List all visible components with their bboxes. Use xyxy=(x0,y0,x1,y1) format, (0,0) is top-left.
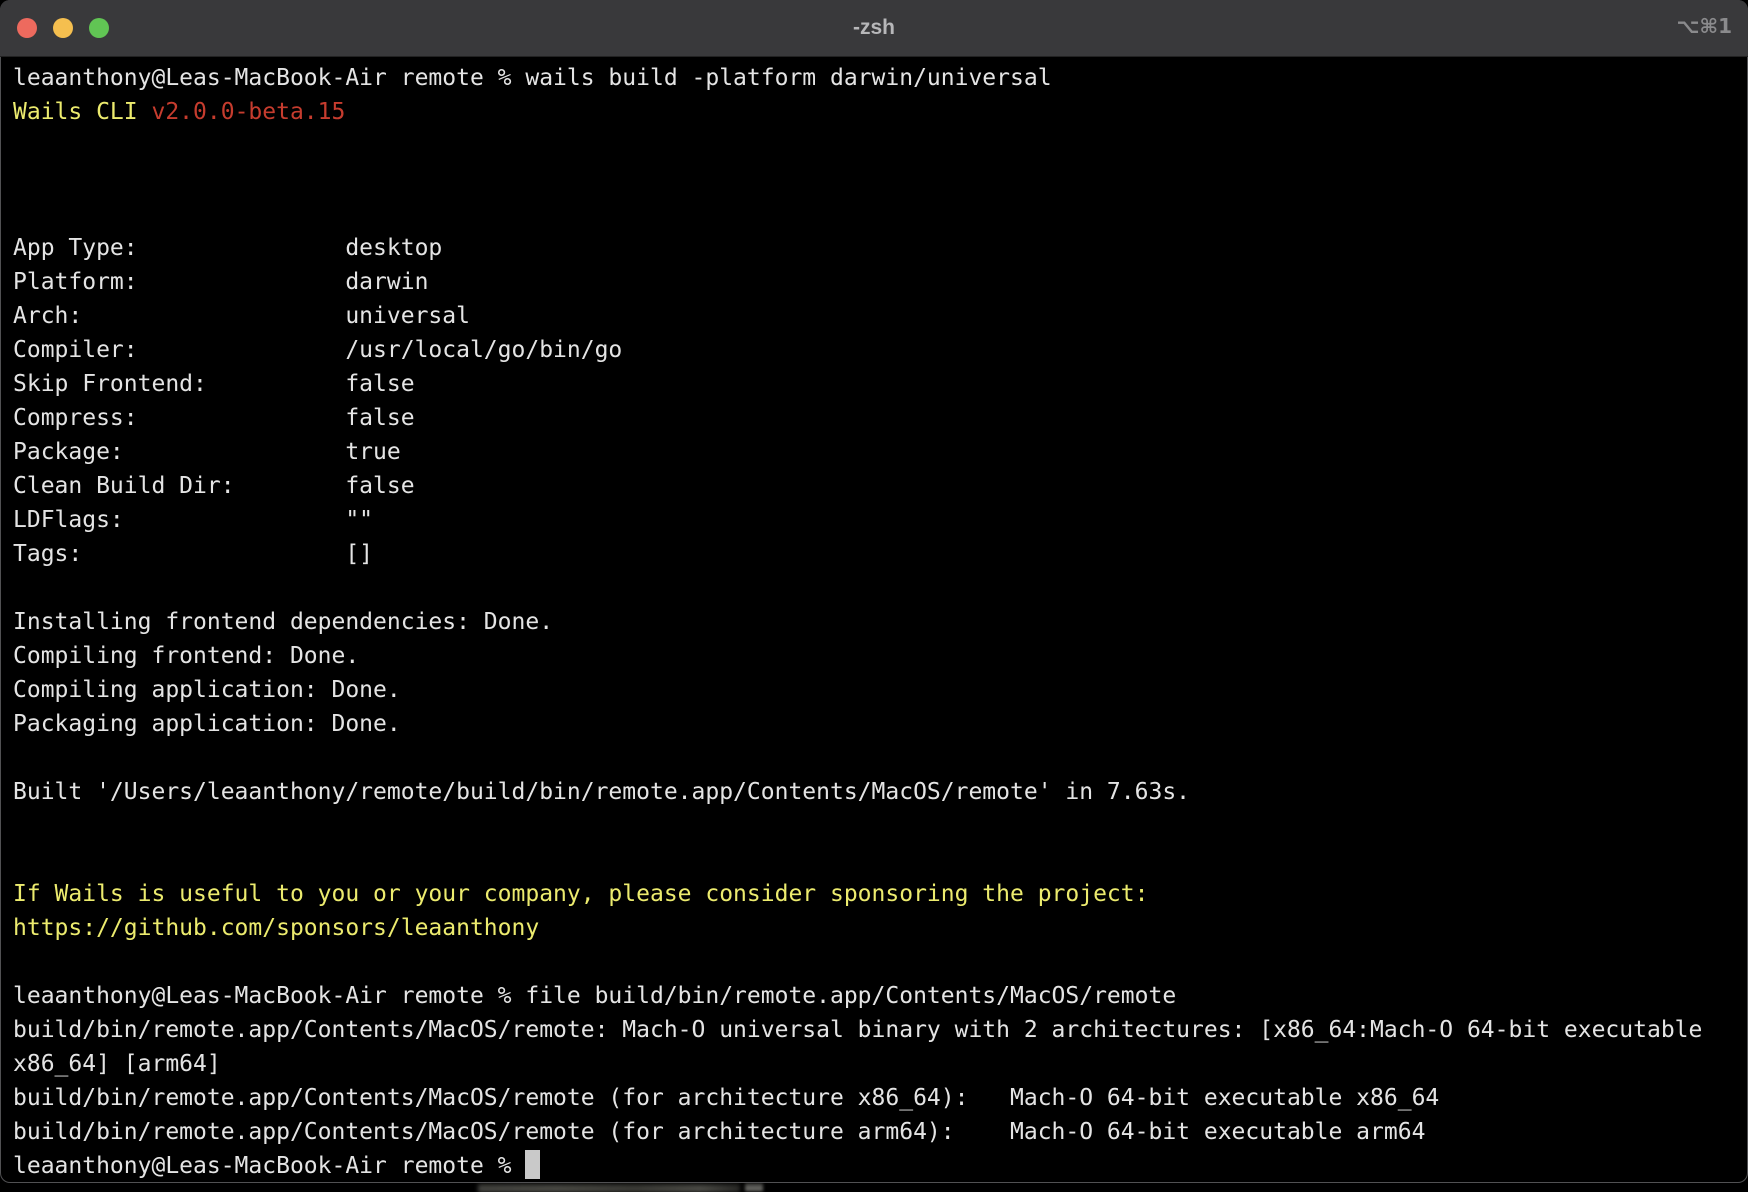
terminal-text-segment: Compress: false xyxy=(13,405,415,431)
terminal-window: -zsh ⌥⌘1 leaanthony@Leas-MacBook-Air rem… xyxy=(0,0,1748,1183)
terminal-line: Arch: universal xyxy=(13,299,1748,333)
close-button[interactable] xyxy=(17,18,37,38)
terminal-line: Package: true xyxy=(13,435,1748,469)
terminal-text-segment: Wails CLI xyxy=(13,99,151,125)
background-window-fragment-small xyxy=(745,1183,763,1191)
terminal-text-segment: Built '/Users/leaanthony/remote/build/bi… xyxy=(13,779,1190,805)
terminal-line xyxy=(13,197,1748,231)
traffic-lights xyxy=(0,18,109,38)
terminal-line: leaanthony@Leas-MacBook-Air remote % xyxy=(13,1149,1748,1183)
terminal-text-segment: Compiler: /usr/local/go/bin/go xyxy=(13,337,622,363)
window-shortcut-badge: ⌥⌘1 xyxy=(1676,14,1732,38)
terminal-line xyxy=(13,571,1748,605)
terminal-text-segment: Package: true xyxy=(13,439,401,465)
terminal-line: Tags: [] xyxy=(13,537,1748,571)
terminal-line: Compress: false xyxy=(13,401,1748,435)
terminal-line xyxy=(13,129,1748,163)
window-title: -zsh xyxy=(0,16,1748,40)
terminal-line: build/bin/remote.app/Contents/MacOS/remo… xyxy=(13,1013,1748,1047)
terminal-line: If Wails is useful to you or your compan… xyxy=(13,877,1748,911)
terminal-line: App Type: desktop xyxy=(13,231,1748,265)
terminal-text-segment: If Wails is useful to you or your compan… xyxy=(13,881,1148,907)
terminal-line: Installing frontend dependencies: Done. xyxy=(13,605,1748,639)
terminal-cursor[interactable] xyxy=(525,1150,540,1179)
terminal-line: Clean Build Dir: false xyxy=(13,469,1748,503)
terminal-output[interactable]: leaanthony@Leas-MacBook-Air remote % wai… xyxy=(0,57,1748,1183)
terminal-line: Compiling application: Done. xyxy=(13,673,1748,707)
terminal-text-segment: Skip Frontend: false xyxy=(13,371,415,397)
terminal-text-segment: build/bin/remote.app/Contents/MacOS/remo… xyxy=(13,1119,1425,1145)
terminal-line: Skip Frontend: false xyxy=(13,367,1748,401)
terminal-text-segment: v2.0.0-beta.15 xyxy=(151,99,345,125)
terminal-line: Compiling frontend: Done. xyxy=(13,639,1748,673)
background-window-fragment xyxy=(478,1183,740,1192)
fullscreen-button[interactable] xyxy=(89,18,109,38)
terminal-line: leaanthony@Leas-MacBook-Air remote % wai… xyxy=(13,61,1748,95)
terminal-line xyxy=(13,741,1748,775)
terminal-text-segment: Compiling application: Done. xyxy=(13,677,401,703)
terminal-line: build/bin/remote.app/Contents/MacOS/remo… xyxy=(13,1081,1748,1115)
terminal-line: Packaging application: Done. xyxy=(13,707,1748,741)
terminal-text-segment: build/bin/remote.app/Contents/MacOS/remo… xyxy=(13,1017,1702,1043)
terminal-text-segment: https://github.com/sponsors/leaanthony xyxy=(13,915,539,941)
terminal-text-segment: x86_64] [arm64] xyxy=(13,1051,221,1077)
terminal-line: https://github.com/sponsors/leaanthony xyxy=(13,911,1748,945)
titlebar[interactable]: -zsh ⌥⌘1 xyxy=(0,0,1748,57)
terminal-line: leaanthony@Leas-MacBook-Air remote % fil… xyxy=(13,979,1748,1013)
terminal-line: Platform: darwin xyxy=(13,265,1748,299)
terminal-text-segment: Installing frontend dependencies: Done. xyxy=(13,609,553,635)
terminal-text-segment: Clean Build Dir: false xyxy=(13,473,415,499)
terminal-text-segment: LDFlags: "" xyxy=(13,507,373,533)
terminal-text-segment: Platform: darwin xyxy=(13,269,428,295)
terminal-text-segment: build/bin/remote.app/Contents/MacOS/remo… xyxy=(13,1085,1439,1111)
terminal-text-segment: Packaging application: Done. xyxy=(13,711,401,737)
terminal-line: Wails CLI v2.0.0-beta.15 xyxy=(13,95,1748,129)
minimize-button[interactable] xyxy=(53,18,73,38)
terminal-line: Built '/Users/leaanthony/remote/build/bi… xyxy=(13,775,1748,809)
terminal-text-segment: leaanthony@Leas-MacBook-Air remote % wai… xyxy=(13,65,1052,91)
terminal-line: x86_64] [arm64] xyxy=(13,1047,1748,1081)
terminal-line: LDFlags: "" xyxy=(13,503,1748,537)
terminal-text-segment: leaanthony@Leas-MacBook-Air remote % xyxy=(13,1153,525,1179)
terminal-line xyxy=(13,843,1748,877)
terminal-line: build/bin/remote.app/Contents/MacOS/remo… xyxy=(13,1115,1748,1149)
terminal-text-segment: Arch: universal xyxy=(13,303,470,329)
terminal-line xyxy=(13,163,1748,197)
terminal-line: Compiler: /usr/local/go/bin/go xyxy=(13,333,1748,367)
terminal-text-segment: Tags: [] xyxy=(13,541,373,567)
terminal-text-segment: leaanthony@Leas-MacBook-Air remote % fil… xyxy=(13,983,1176,1009)
terminal-line xyxy=(13,809,1748,843)
terminal-text-segment: Compiling frontend: Done. xyxy=(13,643,359,669)
terminal-line xyxy=(13,945,1748,979)
terminal-text-segment: App Type: desktop xyxy=(13,235,442,261)
desktop-background: -zsh ⌥⌘1 leaanthony@Leas-MacBook-Air rem… xyxy=(0,0,1748,1192)
